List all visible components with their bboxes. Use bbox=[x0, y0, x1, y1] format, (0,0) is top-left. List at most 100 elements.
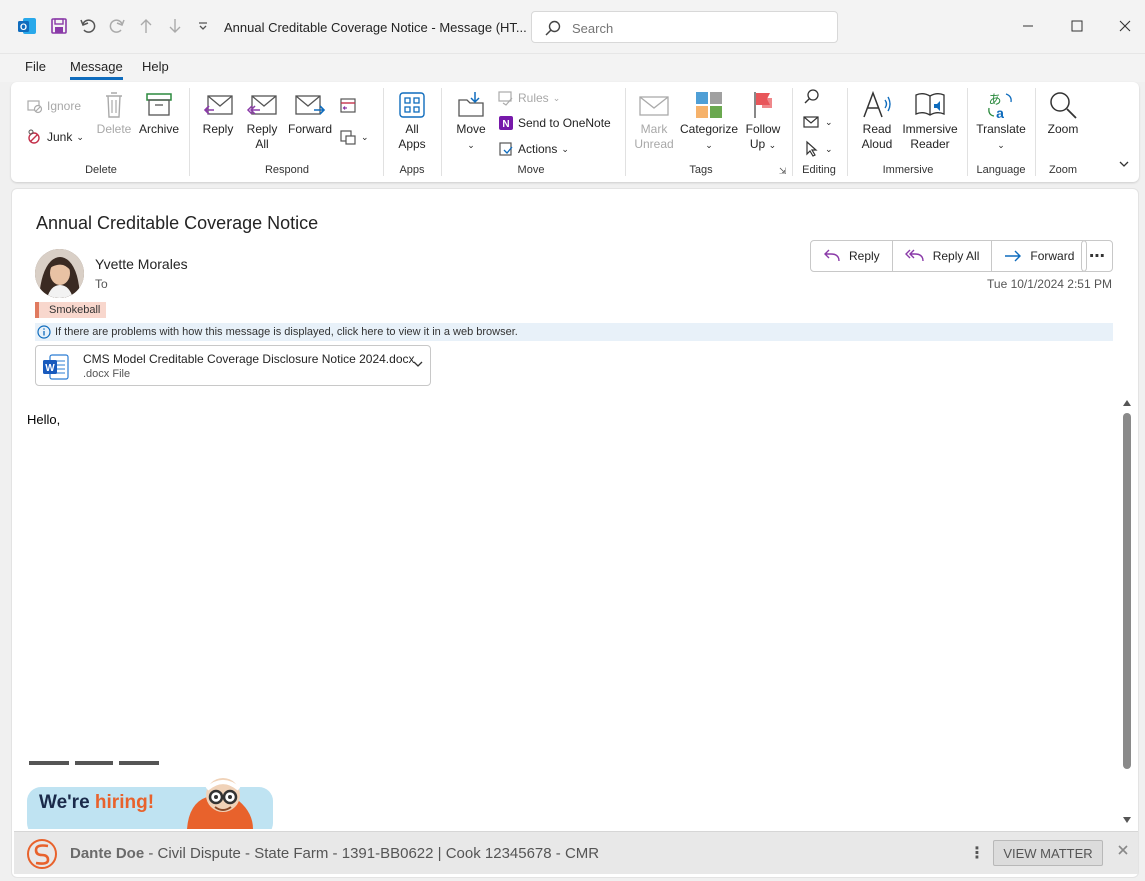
tab-file[interactable]: File bbox=[25, 59, 46, 77]
apps-group-label: Apps bbox=[399, 164, 425, 176]
ignore-icon bbox=[27, 100, 43, 114]
up-arrow-icon[interactable] bbox=[135, 15, 157, 37]
reply-all-button[interactable]: Reply All bbox=[241, 90, 283, 152]
outlook-logo-icon: O bbox=[16, 15, 38, 37]
read-aloud-icon bbox=[863, 90, 891, 118]
find-button[interactable] bbox=[803, 88, 821, 106]
down-arrow-icon[interactable] bbox=[164, 15, 186, 37]
rules-icon bbox=[498, 91, 513, 106]
related-mail-icon bbox=[803, 116, 819, 128]
matter-description: Dante Doe - Civil Dispute - State Farm -… bbox=[70, 845, 599, 862]
immersive-reader-button[interactable]: Immersive Reader bbox=[899, 90, 961, 152]
matter-options-icon[interactable]: ⋮ bbox=[969, 843, 985, 863]
calendar-reply-icon bbox=[340, 98, 356, 113]
ribbon-separator bbox=[967, 88, 968, 176]
chevron-down-icon: ⌄ bbox=[552, 92, 561, 103]
reply-button[interactable]: Reply bbox=[197, 90, 239, 137]
message-body-greeting: Hello, bbox=[27, 412, 61, 427]
reply-icon bbox=[203, 95, 233, 115]
close-matter-bar-icon[interactable] bbox=[1117, 844, 1129, 859]
maximize-button[interactable] bbox=[1065, 14, 1089, 38]
flag-icon bbox=[754, 92, 772, 118]
close-button[interactable] bbox=[1113, 14, 1137, 38]
reply-all-action-button[interactable]: Reply All bbox=[893, 241, 993, 271]
categorize-button[interactable]: Categorize ⌄ bbox=[679, 90, 739, 153]
archive-icon bbox=[146, 93, 172, 116]
svg-text:O: O bbox=[20, 22, 27, 32]
more-actions-button[interactable]: ⋯ bbox=[1081, 240, 1113, 272]
clipped-signature-text bbox=[27, 760, 167, 770]
hiring-banner[interactable]: We're hiring! bbox=[27, 773, 273, 829]
attachment-card[interactable]: W CMS Model Creditable Coverage Disclosu… bbox=[35, 345, 431, 386]
chevron-down-icon: ⌄ bbox=[768, 140, 777, 150]
search-input[interactable] bbox=[572, 18, 822, 38]
junk-icon bbox=[28, 129, 40, 144]
send-to-onenote-button[interactable]: N Send to OneNote bbox=[498, 115, 611, 131]
tab-message[interactable]: Message bbox=[70, 59, 123, 80]
reading-pane-scrollbar[interactable] bbox=[1120, 397, 1134, 827]
mark-unread-button[interactable]: Mark Unread bbox=[633, 90, 675, 152]
respond-group-label: Respond bbox=[264, 164, 310, 176]
chevron-down-icon: ⌄ bbox=[76, 131, 84, 142]
ribbon-separator bbox=[441, 88, 442, 176]
svg-text:W: W bbox=[45, 363, 55, 374]
tab-help[interactable]: Help bbox=[142, 59, 169, 77]
zoom-button[interactable]: Zoom bbox=[1041, 90, 1085, 137]
all-apps-button[interactable]: All Apps bbox=[392, 90, 432, 152]
zoom-group-label: Zoom bbox=[1048, 164, 1078, 176]
more-respond-button[interactable]: ⌄ bbox=[339, 128, 369, 146]
archive-button[interactable]: Archive bbox=[137, 90, 181, 137]
delete-button[interactable]: Delete bbox=[95, 90, 133, 137]
message-subject: Annual Creditable Coverage Notice bbox=[36, 213, 319, 233]
select-button[interactable]: ⌄ bbox=[803, 140, 833, 158]
sender-name[interactable]: Yvette Morales bbox=[95, 256, 188, 272]
junk-button[interactable]: Junk ⌄ bbox=[27, 129, 84, 145]
tags-dialog-launcher-icon[interactable]: ⇲ bbox=[779, 166, 787, 177]
customize-quick-access-icon[interactable] bbox=[192, 15, 214, 37]
save-icon[interactable] bbox=[48, 15, 70, 37]
attachment-menu-chevron-icon[interactable] bbox=[412, 358, 424, 372]
actions-button[interactable]: Actions ⌄ bbox=[498, 141, 569, 157]
meeting-reply-button[interactable] bbox=[339, 96, 357, 114]
word-document-icon: W bbox=[43, 354, 69, 380]
move-folder-icon bbox=[458, 92, 484, 117]
forward-action-button[interactable]: Forward bbox=[992, 241, 1086, 271]
smokeball-logo-icon bbox=[27, 839, 57, 869]
view-matter-button[interactable]: VIEW MATTER bbox=[993, 840, 1103, 866]
ribbon-collapse-chevron-icon[interactable] bbox=[1118, 158, 1130, 172]
ribbon-separator bbox=[383, 88, 384, 176]
scroll-down-icon bbox=[1123, 817, 1131, 823]
chevron-down-icon: ⌄ bbox=[997, 140, 1005, 150]
redo-icon[interactable] bbox=[106, 15, 128, 37]
scroll-up-icon bbox=[1123, 400, 1131, 406]
language-group-label: Language bbox=[976, 164, 1026, 176]
read-aloud-button[interactable]: Read Aloud bbox=[856, 90, 898, 152]
immersive-reader-icon bbox=[915, 93, 945, 116]
message-datetime: Tue 10/1/2024 2:51 PM bbox=[987, 277, 1112, 291]
forward-arrow-icon bbox=[1005, 250, 1022, 262]
actions-icon bbox=[499, 142, 513, 156]
banner-text-hiring: hiring! bbox=[94, 792, 155, 813]
undo-icon[interactable] bbox=[77, 15, 99, 37]
rules-button[interactable]: Rules ⌄ bbox=[498, 90, 560, 106]
matter-client-name: Dante Doe bbox=[70, 845, 145, 862]
reply-all-icon bbox=[246, 95, 277, 115]
move-button[interactable]: Move ⌄ bbox=[451, 90, 491, 153]
follow-up-button[interactable]: Follow Up ⌄ bbox=[742, 90, 784, 153]
select-cursor-icon bbox=[806, 140, 818, 157]
tags-group-label: Tags bbox=[689, 164, 713, 176]
chevron-down-icon: ⌄ bbox=[361, 131, 369, 142]
forward-button[interactable]: Forward bbox=[286, 90, 334, 137]
minimize-button[interactable] bbox=[1016, 14, 1040, 38]
search-icon bbox=[544, 19, 562, 40]
related-button[interactable]: ⌄ bbox=[803, 114, 833, 130]
immersive-group-label: Immersive bbox=[882, 164, 934, 176]
reply-action-button[interactable]: Reply bbox=[811, 241, 893, 271]
search-box[interactable] bbox=[531, 11, 838, 43]
info-bar[interactable]: If there are problems with how this mess… bbox=[35, 323, 1113, 341]
find-icon bbox=[804, 89, 819, 104]
chevron-down-icon: ⌄ bbox=[467, 140, 475, 150]
translate-button[interactable]: あa Translate ⌄ bbox=[973, 90, 1029, 153]
chevron-down-icon: ⌄ bbox=[705, 140, 713, 150]
ignore-button[interactable]: Ignore bbox=[27, 98, 81, 114]
